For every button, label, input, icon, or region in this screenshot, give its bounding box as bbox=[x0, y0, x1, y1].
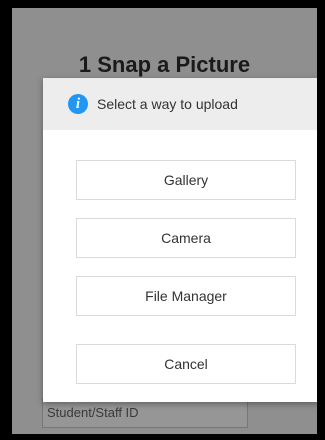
dialog-header: i Select a way to upload bbox=[43, 78, 317, 130]
student-staff-id-field[interactable]: Student/Staff ID bbox=[42, 398, 248, 428]
file-manager-button[interactable]: File Manager bbox=[76, 276, 296, 316]
camera-button[interactable]: Camera bbox=[76, 218, 296, 258]
upload-method-dialog: i Select a way to upload Gallery Camera … bbox=[43, 78, 317, 402]
cancel-button[interactable]: Cancel bbox=[76, 344, 296, 384]
dialog-title: Select a way to upload bbox=[97, 96, 238, 112]
device-frame: 1 Snap a Picture Student/Staff ID i Sele… bbox=[0, 0, 325, 440]
screen: 1 Snap a Picture Student/Staff ID i Sele… bbox=[12, 8, 317, 434]
info-icon: i bbox=[68, 94, 88, 114]
gallery-button[interactable]: Gallery bbox=[76, 160, 296, 200]
page-heading: 1 Snap a Picture bbox=[78, 52, 251, 77]
